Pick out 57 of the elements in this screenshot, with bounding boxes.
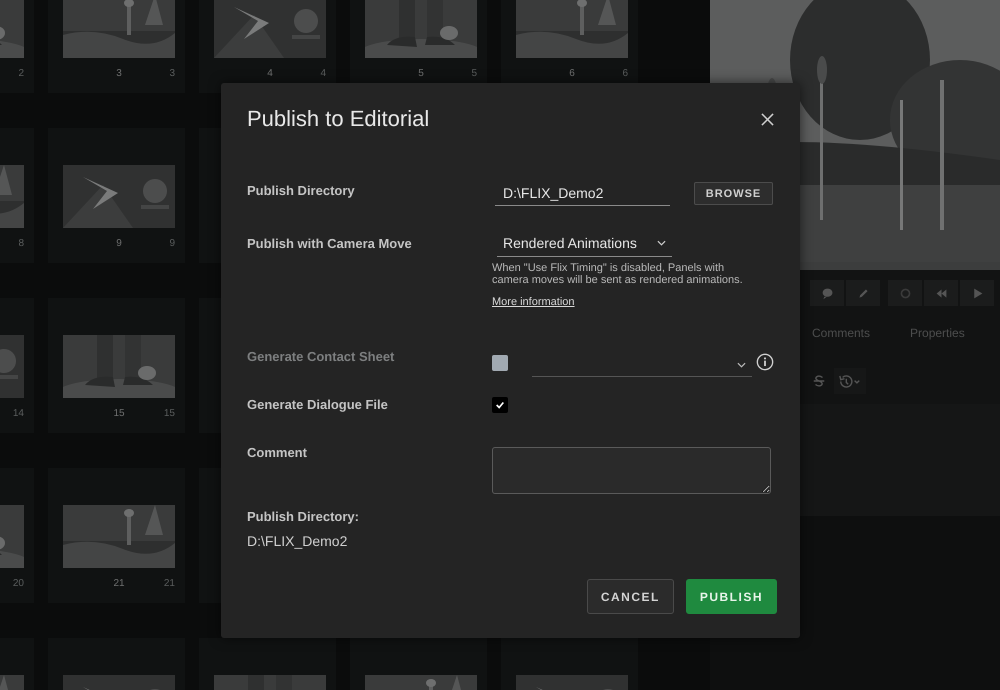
panel-number: 3: [116, 68, 122, 81]
tab[interactable]: Comments: [812, 326, 870, 356]
panel-card[interactable]: 9 9: [48, 128, 185, 263]
panel-index: 9: [169, 238, 175, 251]
field-label: Generate Contact Sheet: [247, 348, 396, 366]
panel-number: 21: [113, 578, 125, 591]
field-label: Comment: [247, 444, 308, 462]
publish-button[interactable]: PUBLISH: [686, 579, 777, 614]
panel-index: 5: [471, 68, 477, 81]
checkbox[interactable]: [492, 397, 508, 413]
checkmark-icon: [495, 400, 505, 410]
panel-index: 3: [169, 68, 175, 81]
panel-card[interactable]: 20: [0, 468, 34, 603]
panel-number: 6: [569, 68, 575, 81]
dialog-title: Publish to Editorial: [247, 105, 430, 133]
summary-label: Publish Directory:: [247, 508, 360, 526]
tab[interactable]: Properties: [910, 326, 965, 356]
summary-path: D:\FLIX_Demo2: [247, 532, 348, 550]
panel-index: 4: [320, 68, 326, 81]
more-information-link[interactable]: More information: [492, 296, 575, 308]
camera-move-dropdown[interactable]: Rendered Animations: [497, 232, 672, 257]
panel-index: 2: [18, 68, 24, 81]
info-icon[interactable]: [756, 353, 774, 371]
panel-card[interactable]: 2: [0, 0, 34, 93]
field-label: Publish Directory: [247, 182, 356, 200]
panel-number: 5: [418, 68, 424, 81]
panel-card[interactable]: 21 21: [48, 468, 185, 603]
panel-card[interactable]: 14: [0, 298, 34, 433]
help-text: When "Use Flix Timing" is disabled, Panels with camera moves will be sent as rendered animations.: [492, 262, 744, 286]
panel-index: 21: [164, 578, 175, 591]
caret-icon: [657, 240, 666, 246]
panel-card[interactable]: 15 15: [48, 298, 185, 433]
comment-icon[interactable]: [810, 280, 844, 306]
panel-index: 14: [12, 408, 24, 421]
cancel-button[interactable]: CANCEL: [586, 579, 674, 614]
panel-index: 15: [164, 408, 175, 421]
field-label: Publish with Camera Move: [247, 235, 413, 253]
panel-index: 6: [622, 68, 628, 81]
field-label: Generate Dialogue File: [247, 396, 389, 414]
panel-index: 8: [18, 238, 24, 251]
panel-number: 4: [267, 68, 273, 81]
play-icon[interactable]: [960, 280, 994, 306]
panel-card[interactable]: 4 4: [199, 0, 336, 93]
panel-card[interactable]: 8: [0, 128, 34, 263]
browse-button[interactable]: BROWSE: [694, 182, 773, 205]
rewind-icon[interactable]: [924, 280, 958, 306]
history-icon[interactable]: [834, 368, 866, 394]
comment-field[interactable]: [492, 447, 771, 494]
panel-number: 9: [116, 238, 122, 251]
panel-card[interactable]: 3 3: [48, 0, 185, 93]
refresh-icon[interactable]: [888, 280, 922, 306]
directory-field[interactable]: D:\FLIX_Demo2: [495, 183, 670, 206]
panel-index: 20: [12, 578, 24, 591]
panel-number: 15: [113, 408, 125, 421]
caret-icon: [737, 362, 746, 368]
close-icon[interactable]: [759, 110, 776, 128]
pencil-icon[interactable]: [846, 280, 880, 306]
